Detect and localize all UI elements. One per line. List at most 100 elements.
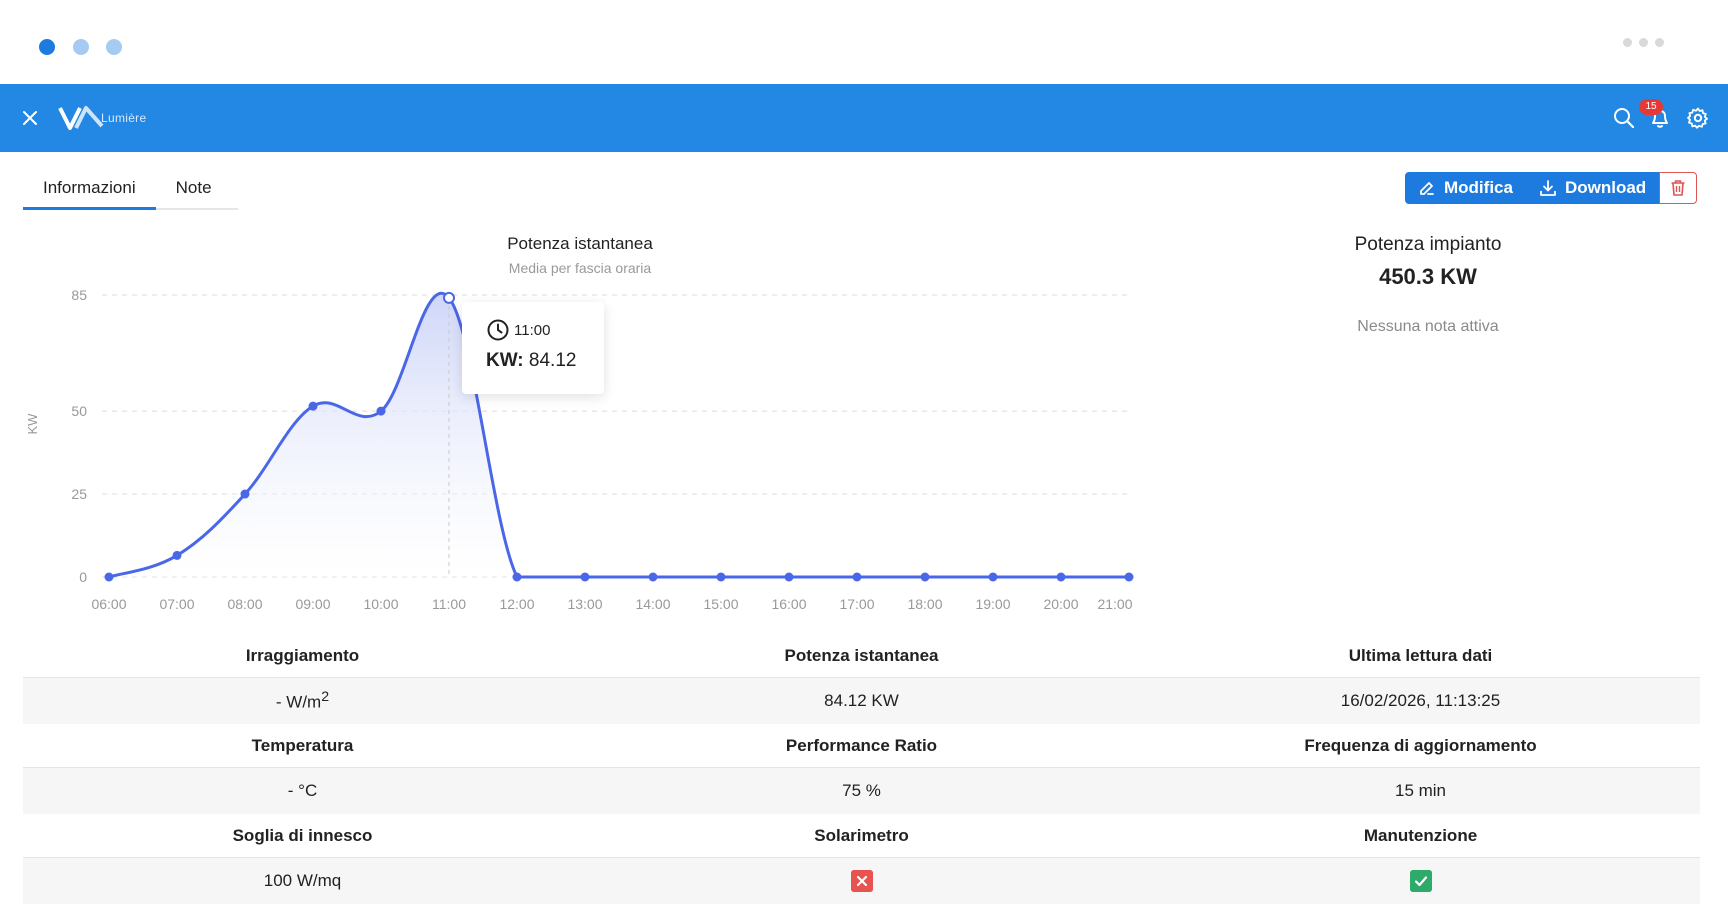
x-tick-label: 09:00 bbox=[295, 596, 330, 612]
window-dot-minimize[interactable] bbox=[73, 39, 89, 55]
tab-informazioni[interactable]: Informazioni bbox=[23, 170, 156, 210]
x-tick-label: 10:00 bbox=[363, 596, 398, 612]
window-dot-close[interactable] bbox=[39, 39, 55, 55]
chart-canvas: 0255085KW06:00 07:00 08:00 09:00 10:00 11:00 1… bbox=[25, 287, 1134, 612]
x-tick-label: 17:00 bbox=[839, 596, 874, 612]
y-tick-label: 85 bbox=[71, 287, 87, 303]
value-soglia: 100 W/mq bbox=[263, 871, 342, 890]
value-irraggiamento-text: - W/m bbox=[275, 692, 322, 712]
chart-tooltip: 11:00 KW: 84.12 bbox=[462, 302, 604, 394]
header-ultima-lettura: Ultima lettura dati bbox=[1348, 645, 1493, 665]
logo-text: Lumière bbox=[101, 111, 147, 125]
value-frequenza: 15 min bbox=[1394, 781, 1447, 800]
header-frequenza: Frequenza di aggiornamento bbox=[1304, 735, 1537, 755]
data-point bbox=[920, 572, 930, 582]
header-irraggiamento: Irraggiamento bbox=[245, 645, 360, 665]
edit-icon bbox=[1420, 182, 1434, 195]
notification-badge: 15 bbox=[1639, 99, 1663, 115]
y-tick-label: 50 bbox=[71, 403, 87, 419]
value-manutenzione bbox=[1141, 870, 1700, 892]
action-buttons: Modifica Download bbox=[1405, 172, 1698, 204]
data-point bbox=[240, 489, 250, 499]
data-point bbox=[172, 550, 182, 560]
x-tick-label: 07:00 bbox=[159, 596, 194, 612]
summary-value: 450.3 KW bbox=[1379, 264, 1477, 289]
cross-icon bbox=[850, 870, 873, 892]
x-tick-label: 18:00 bbox=[907, 596, 942, 612]
info-value-row: - W/m2 84.12 KW 16/02/2026, 11:13:25 bbox=[23, 678, 1700, 724]
data-point bbox=[308, 401, 318, 411]
summary-note: Nessuna nota attiva bbox=[1357, 318, 1499, 335]
y-tick-label: 0 bbox=[79, 569, 87, 585]
delete-button[interactable] bbox=[1659, 172, 1698, 204]
x-tick-label: 21:00 bbox=[1097, 596, 1132, 612]
tabs: Informazioni Note bbox=[23, 170, 238, 210]
close-icon[interactable] bbox=[20, 108, 40, 128]
value-performance-ratio: 75 % bbox=[842, 781, 881, 800]
info-header-row: Temperatura Performance Ratio Frequenza … bbox=[23, 724, 1700, 768]
series-area bbox=[109, 293, 1129, 577]
data-point bbox=[580, 572, 590, 582]
data-point bbox=[988, 572, 998, 582]
gear-icon[interactable] bbox=[1686, 106, 1710, 130]
data-point bbox=[784, 572, 794, 582]
clock-icon bbox=[487, 319, 509, 341]
download-button-label: Download bbox=[1564, 178, 1647, 197]
data-point bbox=[1056, 572, 1066, 582]
info-header-row: Irraggiamento Potenza istantanea Ultima … bbox=[23, 634, 1700, 678]
header-potenza-istantanea: Potenza istantanea bbox=[784, 645, 939, 665]
data-point bbox=[376, 406, 386, 416]
data-point bbox=[104, 572, 114, 582]
window-dot-maximize[interactable] bbox=[106, 39, 122, 55]
tooltip-time: 11:00 bbox=[514, 321, 551, 339]
value-potenza-istantanea: 84.12 KW bbox=[824, 691, 899, 710]
x-tick-label: 20:00 bbox=[1043, 596, 1078, 612]
power-chart: Potenza istantanea Media per fascia orar… bbox=[0, 222, 1160, 622]
window-chrome bbox=[0, 0, 1728, 84]
info-value-row: - °C 75 % 15 min bbox=[23, 768, 1700, 814]
x-tick-label: 19:00 bbox=[975, 596, 1010, 612]
tab-note[interactable]: Note bbox=[156, 170, 232, 210]
data-point bbox=[716, 572, 726, 582]
header-solarimetro: Solarimetro bbox=[814, 825, 909, 845]
app-header: Lumière 15 bbox=[0, 84, 1728, 152]
check-icon bbox=[1409, 870, 1432, 892]
data-point bbox=[1124, 572, 1134, 582]
value-irraggiamento-sup: 2 bbox=[321, 689, 330, 706]
header-soglia: Soglia di innesco bbox=[232, 825, 373, 845]
x-tick-label: 16:00 bbox=[771, 596, 806, 612]
value-ultima-lettura: 16/02/2026, 11:13:25 bbox=[1340, 691, 1501, 710]
data-point bbox=[512, 572, 522, 582]
x-tick-label: 12:00 bbox=[499, 596, 534, 612]
download-icon bbox=[1540, 180, 1556, 196]
trash-icon bbox=[1671, 180, 1685, 196]
x-tick-label: 15:00 bbox=[703, 596, 738, 612]
data-point-active bbox=[443, 291, 455, 304]
x-tick-label: 13:00 bbox=[567, 596, 602, 612]
summary-title: Potenza impianto bbox=[1354, 234, 1502, 255]
header-temperatura: Temperatura bbox=[251, 735, 354, 755]
y-axis-label: KW bbox=[25, 413, 40, 435]
value-solarimetro bbox=[582, 870, 1141, 892]
tooltip-label: KW: bbox=[486, 350, 524, 371]
window-more-icon[interactable] bbox=[1623, 38, 1664, 47]
edit-button[interactable]: Modifica bbox=[1405, 172, 1526, 204]
info-value-row: 100 W/mq bbox=[23, 858, 1700, 904]
info-header-row: Soglia di innesco Solarimetro Manutenzio… bbox=[23, 814, 1700, 858]
x-tick-label: 11:00 bbox=[432, 596, 466, 612]
x-tick-label: 08:00 bbox=[227, 596, 262, 612]
header-manutenzione: Manutenzione bbox=[1363, 825, 1478, 845]
data-point bbox=[852, 572, 862, 582]
edit-button-label: Modifica bbox=[1444, 178, 1513, 197]
search-icon[interactable] bbox=[1612, 106, 1636, 130]
x-tick-label: 14:00 bbox=[635, 596, 670, 612]
value-irraggiamento: - W/m2 bbox=[23, 689, 582, 713]
tooltip-value: 84.12 bbox=[528, 350, 577, 371]
y-tick-label: 25 bbox=[71, 486, 87, 502]
download-button[interactable]: Download bbox=[1525, 172, 1660, 204]
data-point bbox=[648, 572, 658, 582]
value-temperatura: - °C bbox=[287, 781, 318, 800]
info-table: Irraggiamento Potenza istantanea Ultima … bbox=[23, 634, 1700, 904]
header-performance-ratio: Performance Ratio bbox=[785, 735, 938, 755]
x-tick-label: 06:00 bbox=[91, 596, 126, 612]
